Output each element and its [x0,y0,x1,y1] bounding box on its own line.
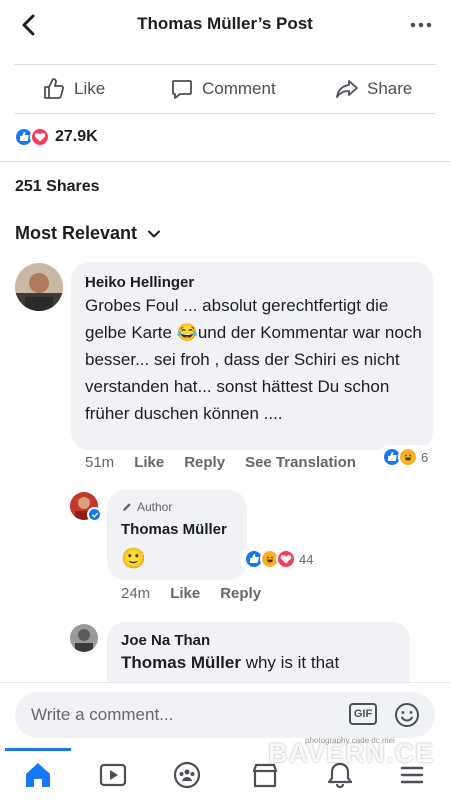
groups-icon[interactable] [172,760,202,790]
reaction-count: 27.9K [55,128,98,145]
comment-like-link[interactable]: Like [134,454,164,471]
comment-reactions[interactable]: 44 [240,547,318,571]
watermark-logo: BAVERN.CE [268,738,435,768]
comment-author[interactable]: Joe Na Than [121,632,210,649]
comment-author[interactable]: Thomas Müller [121,521,227,538]
comment-author[interactable]: Heiko Hellinger [85,274,194,291]
comment-reaction-count: 6 [421,449,429,465]
chevron-down-icon [148,230,161,237]
pencil-icon [123,503,131,511]
like-label: Like [74,79,106,98]
thumbs-up-icon [44,78,65,99]
sort-label: Most Relevant [15,223,138,243]
shares-count[interactable]: 251 Shares [15,178,100,196]
author-tag: Author [121,500,172,514]
divider [14,113,436,114]
comment-text: Grobes Foul ... absolut gerechtfertigt d… [85,296,422,423]
more-options-icon[interactable] [408,12,434,38]
comment-reactions[interactable]: 6 [378,445,433,469]
gif-button[interactable]: GIF [349,703,377,725]
watch-video-icon[interactable] [98,760,128,790]
comment-reply-link[interactable]: Reply [220,585,261,602]
comment-text: 🙂 [121,548,146,570]
comment-icon [172,80,192,99]
share-label: Share [367,79,413,98]
comment-reaction-count: 44 [299,551,314,567]
love-reaction-icon [276,549,296,569]
verified-badge-icon [87,507,102,522]
comment-text: Thomas Müller why is it that [121,650,406,676]
share-arrow-icon [336,80,358,98]
author-tag-label: Author [137,500,173,514]
page-title: Thomas Müller’s Post [137,14,313,33]
avatar[interactable] [70,624,98,652]
comment-meta: 24m Like Reply [121,585,261,602]
mention-link[interactable]: Thomas Müller [121,653,241,672]
divider [0,161,450,162]
emoji-icon[interactable] [393,701,421,729]
share-button[interactable]: Share [335,77,412,101]
comment-text-body: why is it that [245,653,340,672]
top-bar: Thomas Müller’s Post [0,0,450,50]
comment-input[interactable]: Write a comment... [31,705,173,725]
see-translation-link[interactable]: See Translation [245,454,356,471]
love-reaction-icon [30,127,50,147]
reaction-summary[interactable]: 27.9K [14,127,98,147]
comment-time: 51m [85,454,115,471]
comment-time: 24m [121,585,151,602]
comment-like-link[interactable]: Like [170,585,200,602]
comment-bubble: Author Thomas Müller 🙂 [107,490,247,580]
comment-button[interactable]: Comment [170,77,276,101]
active-tab-indicator [5,748,71,751]
home-icon[interactable] [23,760,53,790]
like-button[interactable]: Like [42,77,105,101]
sort-dropdown[interactable]: Most Relevant [15,223,161,244]
comment-meta: 51m Like Reply See Translation [85,454,356,471]
avatar[interactable] [15,263,63,311]
divider [14,64,436,65]
comment-bubble: Heiko Hellinger Grobes Foul ... absolut … [71,262,433,450]
comment-composer[interactable]: Write a comment... GIF [15,692,435,738]
haha-reaction-icon [398,447,418,467]
comment-label: Comment [202,79,276,98]
comment-reply-link[interactable]: Reply [184,454,225,471]
